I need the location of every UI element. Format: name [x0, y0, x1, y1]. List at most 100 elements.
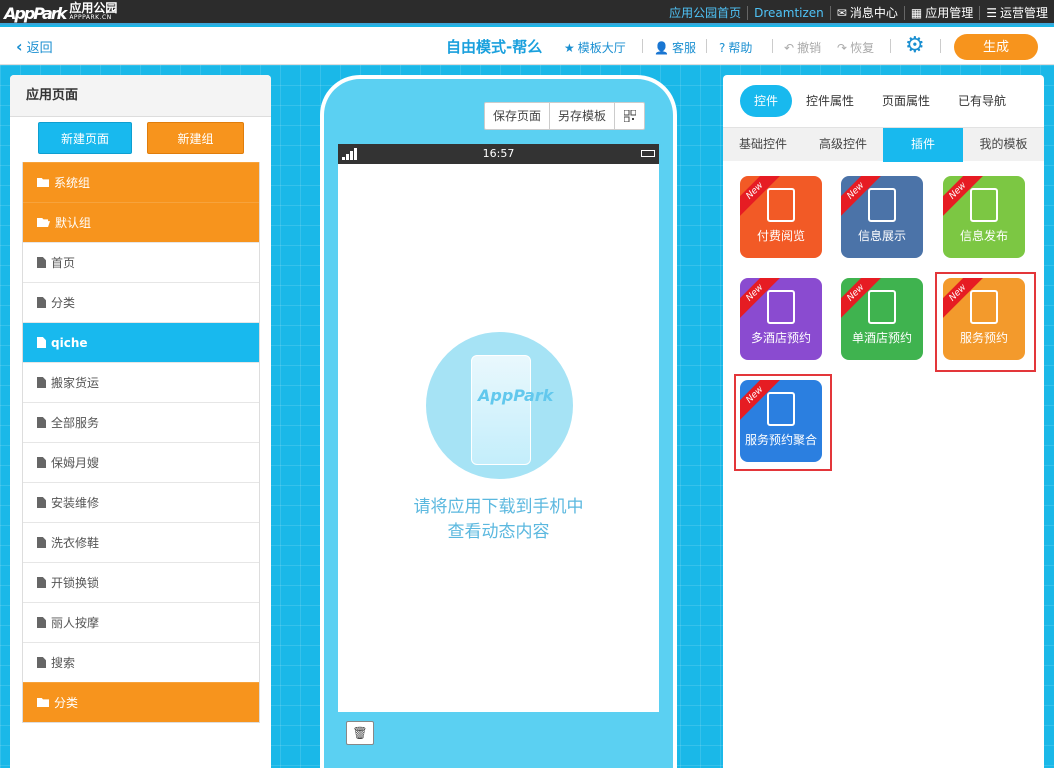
page-icon — [37, 617, 46, 628]
undo-button[interactable]: ↶ 撤销 — [784, 39, 821, 56]
subtab-basic[interactable]: 基础控件 — [723, 128, 803, 162]
qr-code-icon — [623, 110, 636, 122]
nav-user-link[interactable]: Dreamtizen — [747, 5, 830, 20]
list-icon: ☰ — [986, 5, 997, 20]
nav-operations-link[interactable]: ☰ 运营管理 — [979, 5, 1054, 20]
page-item-label: qiche — [51, 335, 88, 350]
logo-mark: AppPark — [4, 3, 67, 23]
page-list-item[interactable]: 安装维修 — [23, 482, 259, 522]
page-group-item[interactable]: 系统组 — [23, 162, 259, 202]
folder-icon — [37, 218, 50, 227]
page-list-item[interactable]: qiche — [23, 322, 259, 362]
page-item-label: 安装维修 — [51, 495, 100, 510]
pages-panel-title: 应用页面 — [10, 75, 271, 117]
plugin-tile[interactable]: New 单酒店预约 — [841, 278, 923, 360]
help-icon: ? — [719, 40, 726, 55]
grid-icon: ▦ — [910, 5, 923, 20]
phone-time: 16:57 — [482, 147, 515, 160]
widget-category-tabs: 基础控件 高级控件 插件 我的模板 — [723, 127, 1044, 162]
nav-home-link[interactable]: 应用公园首页 — [663, 6, 747, 20]
upload-doc-icon — [970, 188, 998, 222]
page-icon — [37, 377, 46, 388]
page-list-item[interactable]: 丽人按摩 — [23, 602, 259, 642]
template-hall-label: 模板大厅 — [577, 41, 626, 55]
page-item-label: 全部服务 — [51, 415, 100, 430]
tab-widgets[interactable]: 控件 — [740, 85, 793, 117]
page-list-item[interactable]: 洗衣修鞋 — [23, 522, 259, 562]
redo-button[interactable]: ↷ 恢复 — [837, 39, 874, 56]
mail-icon: ✉ — [836, 5, 847, 20]
folder-icon — [37, 178, 49, 187]
page-item-label: 系统组 — [54, 175, 91, 190]
page-list-item[interactable]: 搬家货运 — [23, 362, 259, 402]
page-list-item[interactable]: 保姆月嫂 — [23, 442, 259, 482]
tab-page-properties[interactable]: 页面属性 — [868, 85, 944, 117]
widgets-panel: 控件 控件属性 页面属性 已有导航 基础控件 高级控件 插件 我的模板 New 付… — [723, 75, 1044, 768]
page-item-label: 洗衣修鞋 — [51, 535, 100, 550]
nav-messages-link[interactable]: ✉ 消息中心 — [829, 5, 904, 20]
hotel-icon — [868, 290, 896, 324]
save-template-button[interactable]: 另存模板 — [549, 103, 614, 129]
page-list-item[interactable]: 全部服务 — [23, 402, 259, 442]
highlight-box — [734, 374, 832, 471]
tab-widget-properties[interactable]: 控件属性 — [792, 85, 868, 117]
plugin-tile[interactable]: New 多酒店预约 — [740, 278, 822, 360]
plugin-tile[interactable]: New 信息发布 — [943, 176, 1025, 258]
toolbar-divider — [642, 39, 643, 53]
page-group-item[interactable]: 默认组 — [23, 202, 259, 242]
phone-illustration-icon: AppPark — [471, 355, 553, 465]
page-item-label: 开锁换锁 — [51, 575, 100, 590]
new-page-button[interactable]: 新建页面 — [38, 122, 132, 154]
page-item-label: 丽人按摩 — [51, 615, 100, 630]
nav-messages-label: 消息中心 — [849, 5, 898, 20]
back-button[interactable]: ‹ 返回 — [16, 37, 53, 56]
tab-existing-navigation[interactable]: 已有导航 — [944, 85, 1020, 117]
page-item-label: 保姆月嫂 — [51, 455, 100, 470]
page-item-label: 搜索 — [51, 655, 76, 670]
gear-icon[interactable]: ⚙ — [905, 35, 927, 57]
star-icon: ★ — [564, 40, 575, 55]
hotels-icon — [767, 290, 795, 324]
help-button[interactable]: ? 帮助 — [719, 39, 752, 56]
trash-icon[interactable]: 🗑 — [346, 721, 374, 745]
page-icon — [37, 257, 46, 268]
page-list-item[interactable]: 首页 — [23, 242, 259, 282]
page-list-item[interactable]: 分类 — [23, 282, 259, 322]
plugin-tile[interactable]: New 付费阅览 — [740, 176, 822, 258]
page-item-label: 分类 — [54, 695, 79, 710]
page-title: 自由模式-帮么 — [446, 38, 543, 56]
toolbar-divider — [890, 39, 891, 53]
plugin-tile[interactable]: New 信息展示 — [841, 176, 923, 258]
user-icon: 👤 — [654, 40, 669, 55]
help-label: 帮助 — [728, 41, 753, 55]
page-list-item[interactable]: 搜索 — [23, 642, 259, 682]
page-item-label: 搬家货运 — [51, 375, 100, 390]
subtab-plugins[interactable]: 插件 — [883, 128, 963, 162]
phone-toolbar: 保存页面 另存模板 — [484, 102, 646, 130]
phone-screen[interactable]: AppPark 请将应用下载到手机中 查看动态内容 — [338, 164, 659, 712]
generate-button[interactable]: 生成 — [954, 34, 1038, 60]
logo-cn: 应用公园 — [69, 1, 118, 15]
page-icon — [37, 337, 46, 348]
page-group-item[interactable]: 分类 — [23, 682, 259, 722]
chevron-left-icon: ‹ — [16, 37, 23, 56]
service-button[interactable]: 👤 客服 — [654, 39, 696, 56]
plugin-tile-label: 多酒店预约 — [750, 331, 811, 345]
page-icon — [37, 457, 46, 468]
qr-code-button[interactable] — [614, 103, 644, 129]
subtab-advanced[interactable]: 高级控件 — [803, 128, 883, 162]
app-logo[interactable]: AppPark 应用公园 APPPARK.CN — [4, 2, 117, 24]
nav-app-manage-label: 应用管理 — [925, 5, 974, 20]
page-list-item[interactable]: 开锁换锁 — [23, 562, 259, 602]
service-label: 客服 — [671, 41, 696, 55]
nav-app-manage-link[interactable]: ▦ 应用管理 — [903, 5, 979, 20]
new-group-button[interactable]: 新建组 — [147, 122, 244, 154]
plugin-tile-label: 单酒店预约 — [851, 331, 912, 345]
paid-doc-icon — [767, 188, 795, 222]
plugin-tile-label: 信息发布 — [959, 229, 1008, 243]
highlight-box — [935, 272, 1036, 372]
subtab-my-templates[interactable]: 我的模板 — [963, 128, 1044, 162]
save-page-button[interactable]: 保存页面 — [485, 103, 549, 129]
new-group-label: 新建组 — [177, 132, 214, 146]
template-hall-button[interactable]: ★ 模板大厅 — [564, 39, 626, 56]
